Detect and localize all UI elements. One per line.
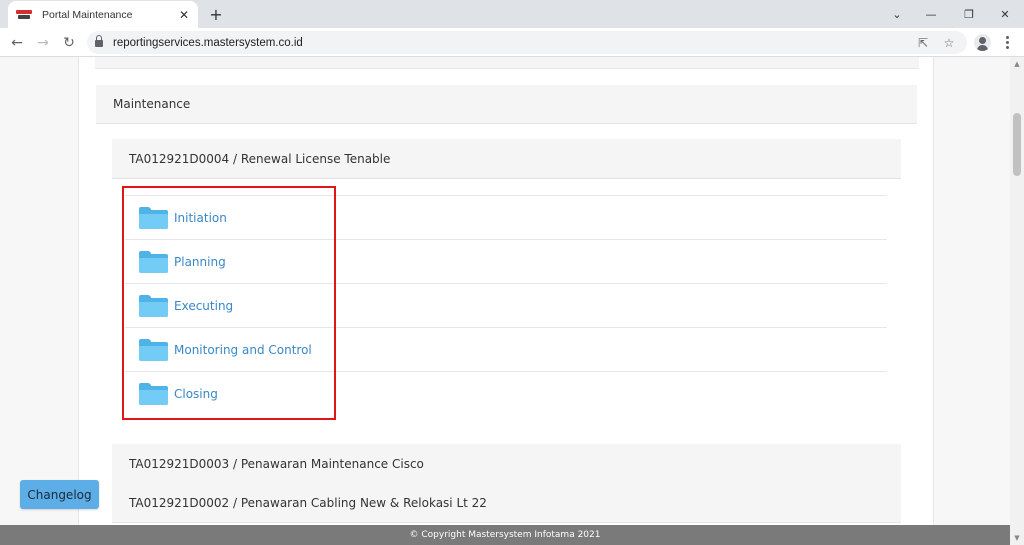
page-viewport: Maintenance TA012921D0004 / Renewal Lice…: [0, 57, 1010, 545]
content-card: Maintenance TA012921D0004 / Renewal Lice…: [78, 57, 934, 545]
restore-button[interactable]: ❐: [952, 0, 986, 28]
minimize-button[interactable]: —: [914, 0, 948, 28]
browser-menu-icon[interactable]: [1000, 34, 1014, 51]
project-title: TA012921D0003 / Penawaran Maintenance Ci…: [129, 456, 424, 471]
section-header[interactable]: Maintenance: [96, 85, 917, 124]
section-title: Maintenance: [113, 97, 191, 111]
back-button[interactable]: ←: [6, 32, 28, 54]
tab-title: Portal Maintenance: [42, 8, 133, 21]
window-close-button[interactable]: ✕: [988, 0, 1022, 28]
profile-avatar-icon[interactable]: [974, 34, 991, 51]
page-footer: © Copyright Mastersystem Infotama 2021: [0, 525, 1010, 545]
highlight-annotation-box: [122, 186, 336, 420]
tab-close-icon[interactable]: ✕: [176, 7, 192, 23]
changelog-button[interactable]: Changelog: [20, 480, 99, 509]
project-title: TA012921D0004 / Renewal License Tenable: [129, 151, 391, 166]
project-header[interactable]: TA012921D0002 / Penawaran Cabling New & …: [112, 483, 901, 523]
url-field[interactable]: reportingservices.mastersystem.co.id ⇱ ☆: [87, 31, 967, 54]
share-icon[interactable]: ⇱: [916, 36, 930, 50]
bookmark-star-icon[interactable]: ☆: [942, 36, 956, 50]
scrollbar-thumb[interactable]: [1013, 113, 1021, 176]
url-text[interactable]: reportingservices.mastersystem.co.id: [113, 37, 303, 49]
project-header[interactable]: TA012921D0003 / Penawaran Maintenance Ci…: [112, 444, 901, 484]
lock-icon[interactable]: [95, 35, 103, 47]
reload-button[interactable]: ↻: [58, 32, 80, 54]
scroll-down-arrow-icon[interactable]: ▼: [1010, 531, 1024, 545]
copyright-text: © Copyright Mastersystem Infotama 2021: [409, 530, 601, 540]
card-top-strip: [95, 57, 919, 69]
browser-tab[interactable]: Portal Maintenance ✕: [8, 1, 198, 28]
project-header[interactable]: TA012921D0004 / Renewal License Tenable: [112, 139, 901, 179]
site-favicon-icon: [16, 9, 32, 20]
scroll-up-arrow-icon[interactable]: ▲: [1010, 57, 1024, 71]
browser-tab-strip: Portal Maintenance ✕ + ⌄ — ❐ ✕: [0, 0, 1024, 28]
project-title: TA012921D0002 / Penawaran Cabling New & …: [129, 495, 487, 510]
new-tab-button[interactable]: +: [205, 4, 227, 24]
address-bar: ← → ↻ reportingservices.mastersystem.co.…: [0, 28, 1024, 57]
forward-button[interactable]: →: [32, 32, 54, 54]
tab-search-icon[interactable]: ⌄: [880, 0, 914, 28]
vertical-scrollbar[interactable]: ▲ ▼: [1010, 57, 1024, 545]
